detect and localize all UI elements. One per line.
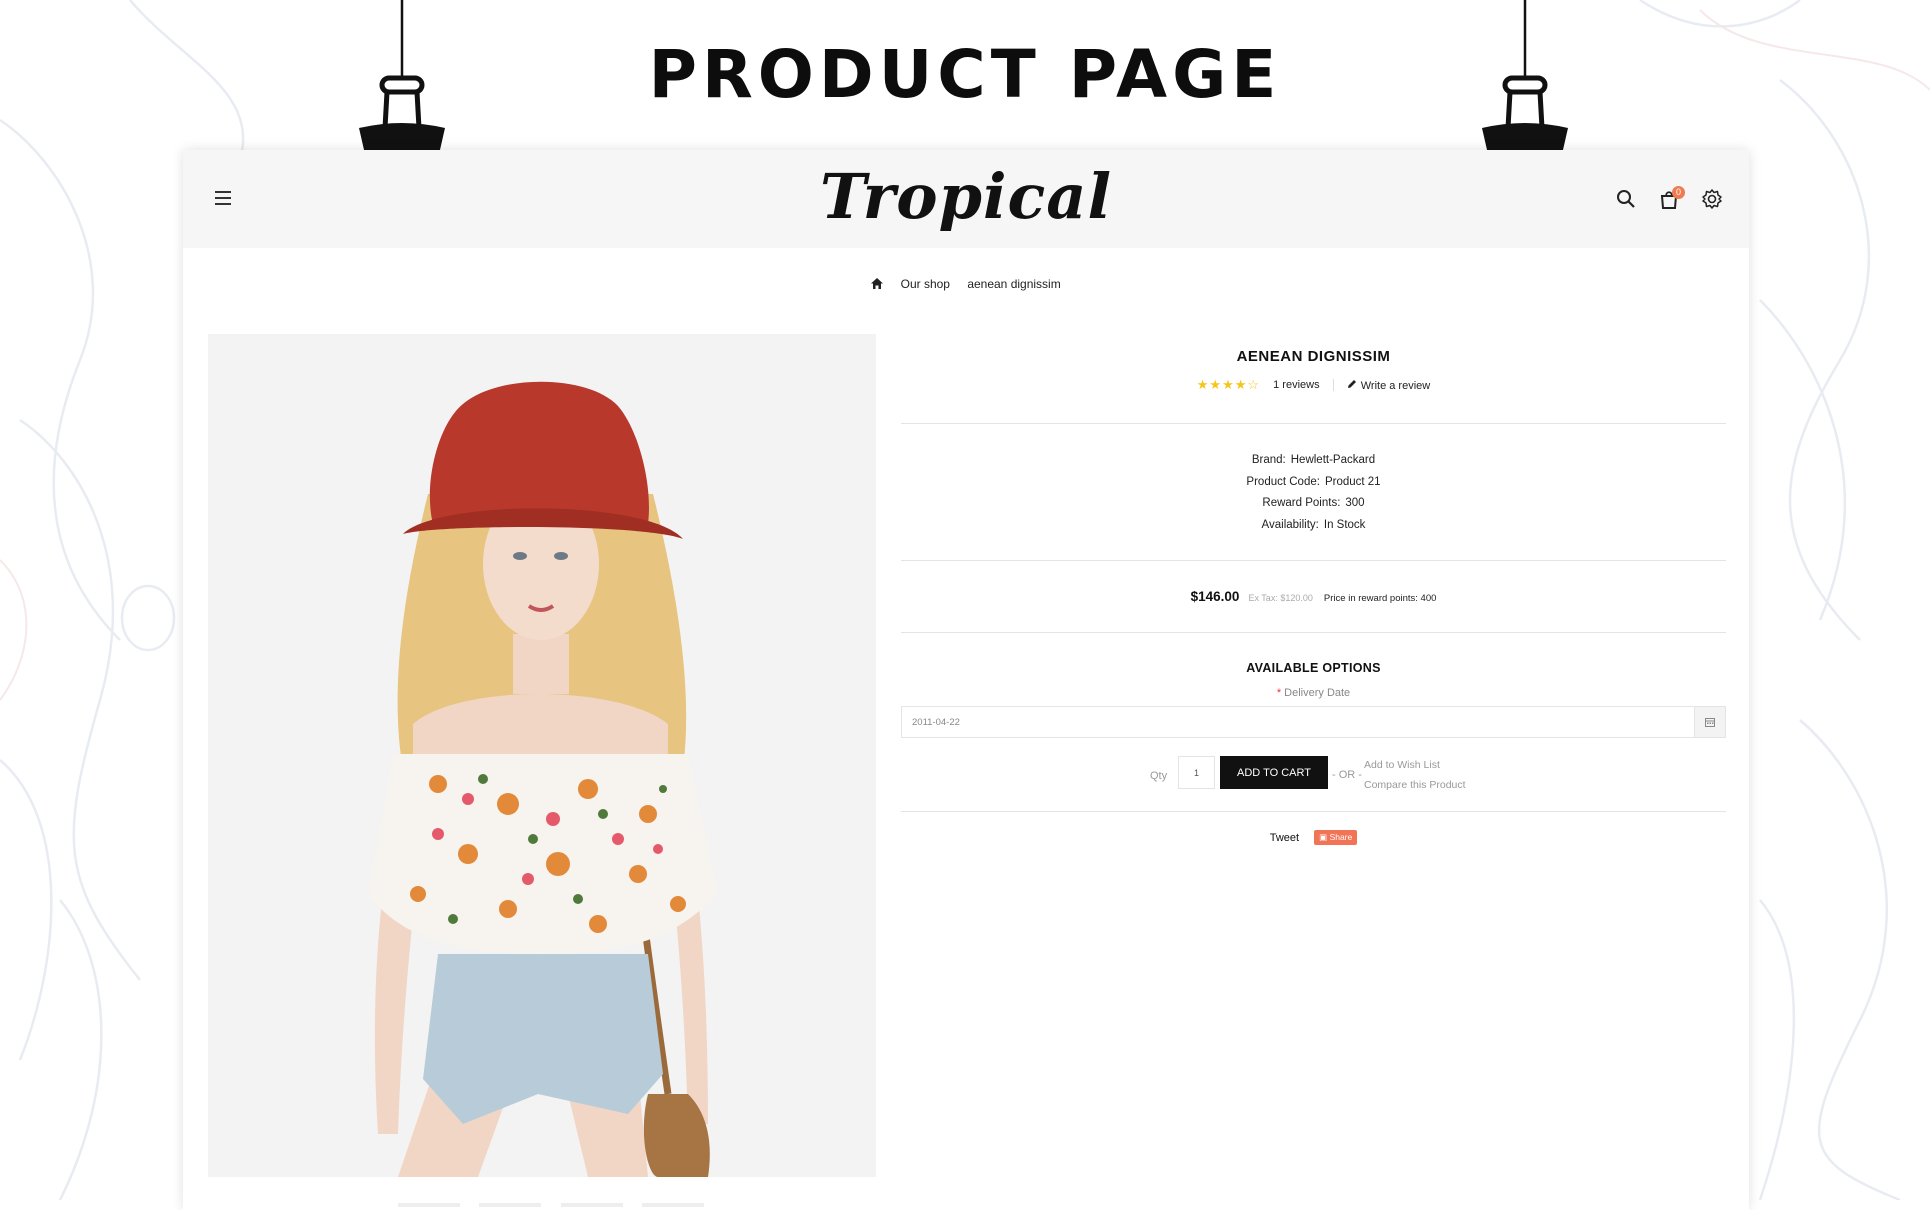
pencil-icon xyxy=(1347,379,1356,388)
divider xyxy=(1332,379,1334,391)
spec-availability: Availability: In Stock xyxy=(1261,518,1366,531)
star-rating: ★★★★☆ xyxy=(1196,377,1261,392)
add-to-wishlist-link[interactable]: Add to Wish List xyxy=(1364,759,1440,771)
brand-link[interactable]: Hewlett-Packard xyxy=(1291,454,1375,466)
product-details: AENEAN DIGNISSIM ★★★★☆ 1 reviews Write a… xyxy=(901,334,1726,845)
add-to-cart-row: Qty ADD TO CART - OR - Add to Wish List … xyxy=(901,756,1726,796)
breadcrumb: Our shop aenean dignissim xyxy=(183,276,1749,291)
delivery-date-label: * Delivery Date xyxy=(1276,687,1351,699)
social-share-row: Tweet ▣ Share xyxy=(901,812,1726,845)
home-icon[interactable] xyxy=(871,278,884,290)
write-review-label: Write a review xyxy=(1360,379,1431,392)
add-to-cart-button[interactable]: ADD TO CART xyxy=(1220,756,1328,789)
thumbnail[interactable] xyxy=(479,1203,542,1207)
browser-frame: Tropical 0 Our shop aenean dignissim AEN… xyxy=(183,150,1749,1210)
site-header: Tropical 0 xyxy=(183,150,1749,248)
gear-icon[interactable] xyxy=(1701,188,1723,210)
required-mark: * xyxy=(1276,687,1282,699)
tweet-button[interactable]: Tweet xyxy=(1270,832,1299,844)
product-photo xyxy=(368,381,718,1177)
hanging-clip-right xyxy=(1482,0,1568,163)
rating-row: ★★★★☆ 1 reviews Write a review xyxy=(901,377,1726,393)
cart-count-badge: 0 xyxy=(1672,186,1685,199)
ex-tax-price: Ex Tax: $120.00 xyxy=(1248,593,1313,603)
reviews-link[interactable]: 1 reviews xyxy=(1273,379,1319,391)
divider xyxy=(901,632,1726,633)
search-icon[interactable] xyxy=(1615,188,1637,210)
thumbnail[interactable] xyxy=(642,1203,705,1207)
product-specs: Brand: Hewlett-Packard Product Code: Produ… xyxy=(901,424,1726,560)
breadcrumb-link-shop[interactable]: Our shop xyxy=(901,277,950,291)
share-button[interactable]: ▣ Share xyxy=(1314,830,1358,845)
share-icon: ▣ xyxy=(1319,832,1330,842)
thumbnail-strip xyxy=(398,1194,719,1210)
product-image[interactable] xyxy=(208,334,876,1177)
product-title: AENEAN DIGNISSIM xyxy=(1236,348,1391,365)
page-banner-title: PRODUCT PAGE xyxy=(648,36,1282,113)
price-row: $146.00 Ex Tax: $120.00 Price in reward … xyxy=(901,561,1726,632)
compare-product-link[interactable]: Compare this Product xyxy=(1364,779,1466,791)
hanging-clip-left xyxy=(359,0,445,163)
calendar-button[interactable] xyxy=(1694,707,1725,737)
qty-input[interactable] xyxy=(1178,756,1215,789)
reward-points-price: Price in reward points: 400 xyxy=(1323,593,1437,604)
or-separator: - OR - xyxy=(1332,769,1362,781)
options-title: AVAILABLE OPTIONS xyxy=(1246,661,1381,675)
delivery-date-field xyxy=(901,706,1726,738)
breadcrumb-current[interactable]: aenean dignissim xyxy=(967,277,1060,291)
site-logo[interactable]: Tropical xyxy=(183,160,1749,233)
write-review-link[interactable]: Write a review xyxy=(1347,379,1430,392)
spec-reward-points: Reward Points: 300 xyxy=(1262,497,1365,509)
thumbnail[interactable] xyxy=(398,1203,460,1207)
spec-product-code: Product Code: Product 21 xyxy=(1246,475,1381,488)
qty-label: Qty xyxy=(1150,770,1168,782)
product-price: $146.00 xyxy=(1190,589,1240,604)
delivery-date-input[interactable] xyxy=(902,707,1692,737)
spec-brand: Brand: Hewlett-Packard xyxy=(1251,454,1376,466)
calendar-icon xyxy=(1705,718,1715,727)
thumbnail[interactable] xyxy=(560,1203,623,1207)
